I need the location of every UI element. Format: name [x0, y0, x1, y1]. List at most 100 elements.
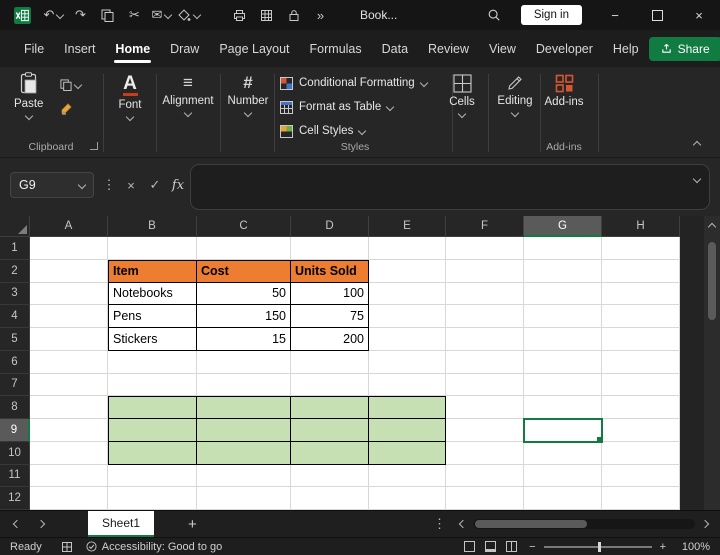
- row-header-8[interactable]: 8: [0, 396, 30, 419]
- paint-bucket-button[interactable]: [175, 0, 202, 30]
- cell-G10[interactable]: [524, 441, 602, 465]
- name-box[interactable]: G9: [10, 172, 94, 198]
- cell-B1[interactable]: [108, 237, 197, 260]
- cell-G3[interactable]: [524, 282, 602, 306]
- close-button[interactable]: ×: [678, 0, 720, 30]
- row-header-7[interactable]: 7: [0, 373, 30, 397]
- sheet-tab-sheet1[interactable]: Sheet1: [88, 511, 155, 537]
- zoom-out-button[interactable]: −: [529, 541, 535, 553]
- alignment-dropdown-icon[interactable]: [183, 108, 193, 118]
- addins-button[interactable]: Add-ins: [542, 74, 586, 108]
- conditional-formatting-button[interactable]: Conditional Formatting: [280, 73, 448, 93]
- macro-record-icon[interactable]: [61, 541, 72, 552]
- row-header-3[interactable]: 3: [0, 282, 30, 306]
- zoom-slider-thumb[interactable]: [597, 541, 601, 552]
- editing-dropdown-icon[interactable]: [510, 108, 520, 118]
- cell-A10[interactable]: [30, 441, 108, 465]
- vertical-scrollbar-thumb[interactable]: [708, 242, 716, 320]
- tab-formulas[interactable]: Formulas: [300, 30, 372, 67]
- cell-F9[interactable]: [446, 419, 524, 442]
- cell-A4[interactable]: [30, 305, 108, 328]
- cell-A5[interactable]: [30, 328, 108, 351]
- cell-E2[interactable]: [369, 259, 446, 283]
- cell-F3[interactable]: [446, 282, 524, 306]
- cell-C9[interactable]: [197, 419, 291, 442]
- number-dropdown-icon[interactable]: [243, 108, 253, 118]
- cell-C3[interactable]: 50: [197, 282, 291, 306]
- cell-D3[interactable]: 100: [291, 282, 369, 306]
- alignment-group-button[interactable]: ≡ Alignment: [160, 74, 216, 118]
- cell-E9[interactable]: [369, 419, 446, 442]
- cell-H7[interactable]: [602, 373, 680, 397]
- prev-sheet-button[interactable]: [12, 519, 22, 529]
- collapse-ribbon-button[interactable]: [692, 140, 702, 150]
- cell-H1[interactable]: [602, 237, 680, 260]
- accessibility-status[interactable]: Accessibility: Good to go: [102, 541, 222, 553]
- cell-F7[interactable]: [446, 373, 524, 397]
- cell-H3[interactable]: [602, 282, 680, 306]
- cell-D6[interactable]: [291, 350, 369, 374]
- row-header-12[interactable]: 12: [0, 487, 30, 510]
- conditional-formatting-dropdown-icon[interactable]: [419, 78, 428, 88]
- copy-small-button[interactable]: [60, 79, 83, 91]
- zoom-slider[interactable]: [543, 541, 652, 552]
- insert-function-button[interactable]: fx: [168, 172, 188, 198]
- cell-B10[interactable]: [108, 441, 197, 465]
- cell-styles-dropdown-icon[interactable]: [358, 126, 367, 136]
- cell-H8[interactable]: [602, 396, 680, 419]
- cell-A12[interactable]: [30, 487, 108, 510]
- font-group-button[interactable]: A Font: [108, 74, 152, 122]
- vertical-scrollbar[interactable]: [704, 216, 720, 510]
- search-button[interactable]: [479, 0, 509, 30]
- cell-B5[interactable]: Stickers: [108, 328, 197, 351]
- cell-B3[interactable]: Notebooks: [108, 282, 197, 306]
- scroll-left-button[interactable]: [458, 519, 468, 529]
- cell-H11[interactable]: [602, 464, 680, 488]
- tab-draw[interactable]: Draw: [160, 30, 209, 67]
- cell-G1[interactable]: [524, 237, 602, 260]
- cell-B4[interactable]: Pens: [108, 305, 197, 328]
- cell-styles-button[interactable]: Cell Styles: [280, 121, 448, 141]
- cell-E4[interactable]: [369, 305, 446, 328]
- cell-G7[interactable]: [524, 373, 602, 397]
- cell-F2[interactable]: [446, 259, 524, 283]
- cell-C7[interactable]: [197, 373, 291, 397]
- tab-page-layout[interactable]: Page Layout: [209, 30, 299, 67]
- cell-F10[interactable]: [446, 441, 524, 465]
- cell-D12[interactable]: [291, 487, 369, 510]
- cell-F1[interactable]: [446, 237, 524, 260]
- cell-A8[interactable]: [30, 396, 108, 419]
- column-header-D[interactable]: D: [291, 216, 369, 237]
- cells-group-button[interactable]: Cells: [442, 74, 482, 119]
- select-all-corner[interactable]: [0, 216, 30, 237]
- row-header-10[interactable]: 10: [0, 441, 30, 465]
- copy-dropdown-icon[interactable]: [73, 80, 83, 90]
- formula-input[interactable]: [190, 164, 710, 210]
- paste-button[interactable]: Paste: [14, 72, 43, 121]
- cell-B9[interactable]: [108, 419, 197, 442]
- cell-E3[interactable]: [369, 282, 446, 306]
- cell-E10[interactable]: [369, 441, 446, 465]
- cell-F4[interactable]: [446, 305, 524, 328]
- cell-G4[interactable]: [524, 305, 602, 328]
- cell-H9[interactable]: [602, 419, 680, 442]
- redo-button[interactable]: ↷: [67, 0, 94, 30]
- row-header-11[interactable]: 11: [0, 464, 30, 488]
- cell-F8[interactable]: [446, 396, 524, 419]
- cell-B12[interactable]: [108, 487, 197, 510]
- tabbar-dots-icon[interactable]: ⋮: [433, 516, 446, 532]
- column-header-F[interactable]: F: [446, 216, 524, 237]
- cell-D7[interactable]: [291, 373, 369, 397]
- cell-D5[interactable]: 200: [291, 328, 369, 351]
- tab-developer[interactable]: Developer: [526, 30, 603, 67]
- cell-F12[interactable]: [446, 487, 524, 510]
- tab-file[interactable]: File: [14, 30, 54, 67]
- cell-F11[interactable]: [446, 464, 524, 488]
- cell-H10[interactable]: [602, 441, 680, 465]
- scroll-up-icon[interactable]: [707, 222, 717, 232]
- cell-A1[interactable]: [30, 237, 108, 260]
- font-dropdown-icon[interactable]: [125, 112, 135, 122]
- cell-G2[interactable]: [524, 259, 602, 283]
- cell-E8[interactable]: [369, 396, 446, 419]
- column-header-A[interactable]: A: [30, 216, 108, 237]
